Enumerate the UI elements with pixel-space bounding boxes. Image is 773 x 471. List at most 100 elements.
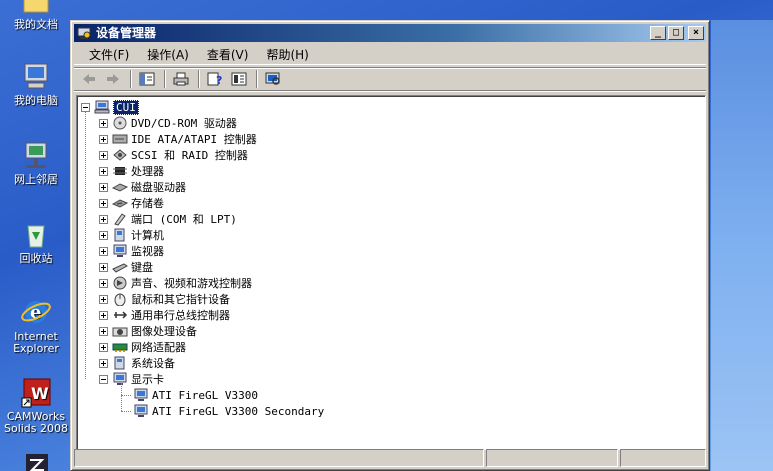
expand-expander[interactable]: [99, 278, 108, 288]
tree-category-label: SCSI 和 RAID 控制器: [131, 149, 248, 162]
tree-category-label: 声音、视频和游戏控制器: [131, 277, 252, 290]
desktop-icon-my-documents[interactable]: 我的文档: [0, 0, 72, 31]
expand-expander[interactable]: [99, 326, 108, 336]
monitor-icon: [112, 244, 128, 258]
tree-category[interactable]: SCSI 和 RAID 控制器: [81, 147, 324, 163]
desktop-icon-my-computer[interactable]: 我的电脑: [0, 60, 72, 107]
device-manager-window: 设备管理器 _ □ × 文件(F) 操作(A) 查看(V) 帮助(H) ? CU…: [70, 20, 710, 471]
tree-category[interactable]: 存储卷: [81, 195, 324, 211]
desktop-icon-camworks[interactable]: W CAMWorks Solids 2008: [0, 376, 72, 435]
tree-root[interactable]: CUI: [81, 99, 324, 115]
internet-explorer-icon: e: [20, 296, 52, 328]
tree-category[interactable]: 键盘: [81, 259, 324, 275]
tree-connector: [121, 411, 131, 412]
tree-device[interactable]: ATI FireGL V3300 Secondary: [81, 403, 324, 419]
scan-hardware-icon: [265, 72, 280, 85]
back-arrow-icon: [83, 74, 95, 84]
status-bar: [74, 449, 706, 467]
tree-category[interactable]: 图像处理设备: [81, 323, 324, 339]
tree-category[interactable]: DVD/CD-ROM 驱动器: [81, 115, 324, 131]
computer-icon: [112, 228, 128, 242]
tree-category[interactable]: 计算机: [81, 227, 324, 243]
tree-category[interactable]: 显示卡: [81, 371, 324, 387]
tree-category[interactable]: 处理器: [81, 163, 324, 179]
tree-category[interactable]: 网络适配器: [81, 339, 324, 355]
display-adapter-icon: [133, 388, 149, 402]
expand-expander[interactable]: [99, 230, 108, 240]
tree-category[interactable]: IDE ATA/ATAPI 控制器: [81, 131, 324, 147]
expand-expander[interactable]: [99, 166, 108, 176]
expand-expander[interactable]: [99, 358, 108, 368]
expand-expander[interactable]: [99, 214, 108, 224]
menu-help[interactable]: 帮助(H): [257, 46, 317, 64]
tree-category-label: 鼠标和其它指针设备: [131, 293, 230, 306]
menu-view[interactable]: 查看(V): [198, 46, 258, 64]
tree-category-label: 磁盘驱动器: [131, 181, 186, 194]
desktop-icon-recycle-bin[interactable]: 回收站: [0, 218, 72, 265]
desktop-label: CAMWorks Solids 2008: [3, 410, 69, 435]
tree-category[interactable]: 监视器: [81, 243, 324, 259]
tree-category[interactable]: 端口 (COM 和 LPT): [81, 211, 324, 227]
status-cell: [620, 449, 706, 467]
collapse-expander[interactable]: [99, 374, 108, 384]
minimize-button[interactable]: _: [650, 26, 666, 40]
device-manager-icon: [77, 26, 91, 40]
print-button[interactable]: [170, 69, 192, 89]
tree-category[interactable]: 鼠标和其它指针设备: [81, 291, 324, 307]
help-button[interactable]: ?: [204, 69, 226, 89]
forward-arrow-icon: [107, 74, 119, 84]
keyboard-icon: [112, 260, 128, 274]
desktop-icon-network-places[interactable]: 网上邻居: [0, 139, 72, 186]
expand-expander[interactable]: [99, 310, 108, 320]
scan-hardware-button[interactable]: [262, 69, 284, 89]
tree-category-label: IDE ATA/ATAPI 控制器: [131, 133, 257, 146]
menu-file[interactable]: 文件(F): [80, 46, 138, 64]
scsi-controller-icon: [112, 148, 128, 162]
tree-category-label: DVD/CD-ROM 驱动器: [131, 117, 237, 130]
tree-device-label: ATI FireGL V3300: [152, 388, 258, 402]
tree-root-label: CUI: [113, 99, 139, 115]
expand-expander[interactable]: [99, 182, 108, 192]
expand-expander[interactable]: [99, 342, 108, 352]
recycle-bin-icon: [20, 218, 52, 250]
sound-icon: [112, 276, 128, 290]
expand-expander[interactable]: [99, 150, 108, 160]
expand-expander[interactable]: [99, 198, 108, 208]
close-button[interactable]: ×: [688, 26, 704, 40]
print-icon: [173, 72, 189, 86]
properties-button[interactable]: [228, 69, 250, 89]
dvd-drive-icon: [112, 116, 128, 130]
show-hide-tree-icon: [139, 72, 155, 86]
status-cell: [486, 449, 618, 467]
tree-category[interactable]: 系统设备: [81, 355, 324, 371]
maximize-button[interactable]: □: [668, 26, 684, 40]
tree-device[interactable]: ATI FireGL V3300: [81, 387, 324, 403]
expand-expander[interactable]: [99, 134, 108, 144]
expand-expander[interactable]: [99, 118, 108, 128]
tree-category-label: 监视器: [131, 245, 164, 258]
tree-category[interactable]: 通用串行总线控制器: [81, 307, 324, 323]
tree-category[interactable]: 声音、视频和游戏控制器: [81, 275, 324, 291]
desktop-icon-internet-explorer[interactable]: e Internet Explorer: [0, 296, 72, 355]
network-adapter-icon: [112, 340, 128, 354]
desktop-label: 回收站: [19, 252, 53, 265]
back-button[interactable]: [78, 69, 100, 89]
forward-button[interactable]: [102, 69, 124, 89]
processor-icon: [112, 164, 128, 178]
expand-expander[interactable]: [99, 246, 108, 256]
disk-drive-icon: [111, 180, 129, 194]
device-tree-pane[interactable]: CUI DVD/CD-ROM 驱动器 IDE ATA/ATAPI 控制器 SCSI 和…: [76, 95, 706, 450]
tree-connector: [121, 383, 122, 411]
tree-category[interactable]: 磁盘驱动器: [81, 179, 324, 195]
port-icon: [112, 212, 128, 226]
computer-icon: [20, 60, 52, 92]
expand-expander[interactable]: [99, 262, 108, 272]
show-hide-tree-button[interactable]: [136, 69, 158, 89]
menu-action[interactable]: 操作(A): [138, 46, 198, 64]
desktop-icon-partial[interactable]: [0, 452, 72, 471]
desktop-label: 网上邻居: [14, 173, 58, 186]
title-bar[interactable]: 设备管理器 _ □ ×: [74, 24, 706, 42]
expand-expander[interactable]: [99, 294, 108, 304]
tree-category-label: 处理器: [131, 165, 164, 178]
desktop-label: Internet Explorer: [13, 330, 59, 355]
